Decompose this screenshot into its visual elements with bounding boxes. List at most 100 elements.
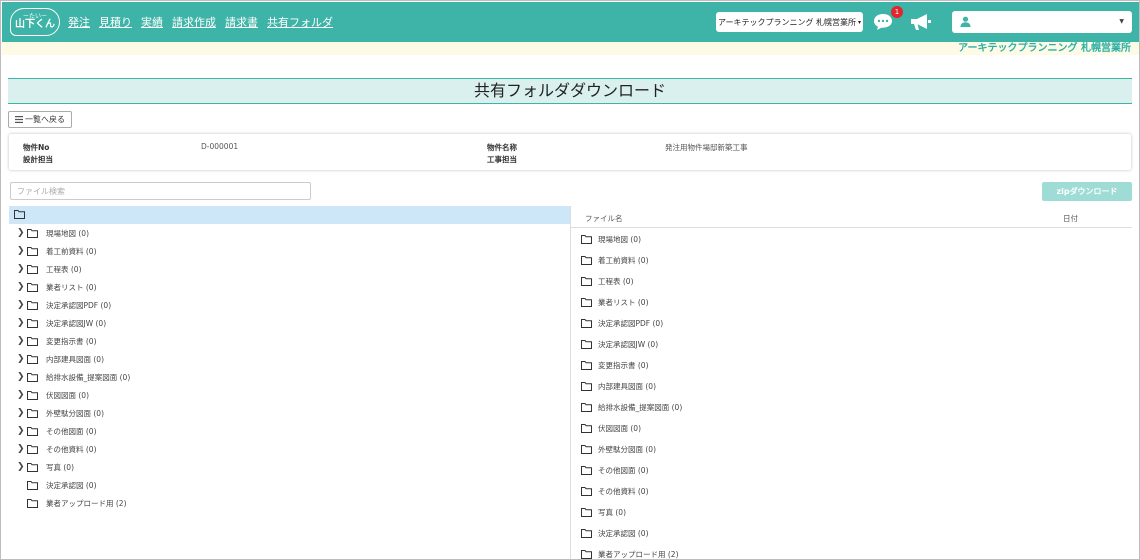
tree-folder-item[interactable]: ❯ 給排水設備_提案図面 (0) bbox=[9, 368, 569, 386]
property-no-label: 物件No bbox=[23, 143, 50, 152]
tree-folder-item[interactable]: ❯ 内部建具図面 (0) bbox=[9, 350, 569, 368]
file-list-row[interactable]: 外壁駄分図面 (0) bbox=[571, 439, 1132, 460]
tree-folder-item[interactable]: ❯ 工程表 (0) bbox=[9, 260, 569, 278]
folder-icon bbox=[27, 282, 38, 292]
folder-icon bbox=[581, 529, 592, 538]
tree-folder-item[interactable]: ❯ 変更指示書 (0) bbox=[9, 332, 569, 350]
file-list-row[interactable]: 内部建具図面 (0) bbox=[571, 376, 1132, 397]
file-list-row[interactable]: 業者アップロード用 (2) bbox=[571, 544, 1132, 559]
file-list-name: 変更指示書 (0) bbox=[598, 361, 649, 370]
tree-folder-item[interactable]: ❯ 決定承認図PDF (0) bbox=[9, 296, 569, 314]
folder-icon bbox=[14, 210, 25, 219]
app-logo[interactable]: ーたいー 山下くん bbox=[10, 8, 60, 36]
tree-folder-name: 伏図図面 (0) bbox=[46, 390, 90, 400]
menu-order[interactable]: 発注 bbox=[68, 14, 90, 30]
folder-icon bbox=[27, 354, 38, 364]
tree-folder-name: 工程表 (0) bbox=[46, 264, 82, 274]
menu-invoice-create[interactable]: 請求作成 bbox=[172, 14, 216, 30]
list-icon bbox=[15, 116, 23, 123]
tree-folder-name: 決定承認図JW (0) bbox=[46, 318, 107, 328]
tree-folder-item[interactable]: ❯ 業者リスト (0) bbox=[9, 278, 569, 296]
chevron-right-icon[interactable]: ❯ bbox=[17, 372, 25, 382]
column-header-date[interactable]: 日付 bbox=[1063, 213, 1078, 224]
menu-estimate[interactable]: 見積り bbox=[99, 14, 132, 30]
file-list-row[interactable]: その他資料 (0) bbox=[571, 481, 1132, 502]
logo-main-text: 山下くん bbox=[15, 19, 55, 30]
file-list-row[interactable]: 着工前資料 (0) bbox=[571, 250, 1132, 271]
megaphone-icon[interactable] bbox=[908, 12, 932, 32]
tree-folder-item[interactable]: ❯ 伏図図面 (0) bbox=[9, 386, 569, 404]
app-window: ーたいー 山下くん 発注 見積り 実績 請求作成 請求書 共有フォルダ アーキテ… bbox=[0, 0, 1140, 560]
file-list: ファイル名 日付 現場地図 (0) 着工前資料 (0) 工程表 (0) 業者リスト (… bbox=[571, 206, 1132, 559]
chevron-right-icon[interactable]: ❯ bbox=[17, 408, 25, 418]
file-list-row[interactable]: 現場地図 (0) bbox=[571, 229, 1132, 250]
chevron-right-icon[interactable]: ❯ bbox=[17, 228, 25, 238]
chevron-right-icon[interactable]: ❯ bbox=[17, 300, 25, 310]
folder-icon bbox=[27, 444, 38, 454]
tree-folder-item[interactable]: 決定承認図 (0) bbox=[9, 476, 569, 494]
folder-icon bbox=[581, 361, 592, 370]
folder-icon bbox=[581, 550, 592, 559]
company-selector[interactable]: アーキテックプランニング 札幌営業所 ▾ bbox=[716, 12, 863, 32]
file-list-row[interactable]: 給排水設備_提案図面 (0) bbox=[571, 397, 1132, 418]
file-list-name: その他資料 (0) bbox=[598, 487, 649, 496]
menu-results[interactable]: 実績 bbox=[141, 14, 163, 30]
folder-icon bbox=[581, 445, 592, 454]
chevron-right-icon[interactable]: ❯ bbox=[17, 426, 25, 436]
file-list-name: 現場地図 (0) bbox=[598, 235, 642, 244]
tree-folder-item[interactable]: ❯ 現場地図 (0) bbox=[9, 224, 569, 242]
tree-folder-name: 給排水設備_提案図面 (0) bbox=[46, 372, 131, 382]
tree-folder-name: 写真 (0) bbox=[46, 462, 75, 472]
top-navbar: ーたいー 山下くん 発注 見積り 実績 請求作成 請求書 共有フォルダ アーキテ… bbox=[2, 2, 1139, 42]
file-list-row[interactable]: 写真 (0) bbox=[571, 502, 1132, 523]
tree-folder-item[interactable]: ❯ 外壁駄分図面 (0) bbox=[9, 404, 569, 422]
tree-folder-item[interactable]: ❯ 決定承認図JW (0) bbox=[9, 314, 569, 332]
menu-invoices[interactable]: 請求書 bbox=[225, 14, 258, 30]
folder-icon bbox=[27, 300, 38, 310]
chevron-right-icon[interactable]: ❯ bbox=[17, 282, 25, 292]
folder-icon bbox=[27, 318, 38, 328]
tree-folder-name: 着工前資料 (0) bbox=[46, 246, 97, 256]
chevron-right-icon[interactable]: ❯ bbox=[17, 336, 25, 346]
property-info-card: 物件No D-000001 設計担当 物件名称 発注用物件場邸新築工事 工事担当 bbox=[9, 134, 1131, 170]
folder-icon bbox=[581, 466, 592, 475]
chevron-right-icon[interactable]: ❯ bbox=[17, 390, 25, 400]
file-list-name: 写真 (0) bbox=[598, 508, 627, 517]
property-no-value: D-000001 bbox=[201, 142, 239, 151]
file-list-name: 業者リスト (0) bbox=[598, 298, 649, 307]
tree-root-folder[interactable] bbox=[9, 206, 571, 224]
tree-folder-item[interactable]: 業者アップロード用 (2) bbox=[9, 494, 569, 512]
caret-down-icon: ▾ bbox=[858, 18, 862, 26]
chevron-right-icon[interactable]: ❯ bbox=[17, 462, 25, 472]
file-list-name: 決定承認図PDF (0) bbox=[598, 319, 664, 328]
back-to-list-button[interactable]: 一覧へ戻る bbox=[8, 111, 72, 128]
file-list-row[interactable]: 決定承認図 (0) bbox=[571, 523, 1132, 544]
tree-folder-item[interactable]: ❯ その他資料 (0) bbox=[9, 440, 569, 458]
folder-icon bbox=[581, 298, 592, 307]
file-search-input[interactable] bbox=[10, 182, 311, 200]
file-list-row[interactable]: 工程表 (0) bbox=[571, 271, 1132, 292]
tree-folder-item[interactable]: ❯ 着工前資料 (0) bbox=[9, 242, 569, 260]
column-header-filename[interactable]: ファイル名 bbox=[585, 213, 623, 224]
menu-shared-folder[interactable]: 共有フォルダ bbox=[267, 14, 333, 30]
tree-folder-item[interactable]: ❯ その他図面 (0) bbox=[9, 422, 569, 440]
chevron-right-icon[interactable]: ❯ bbox=[17, 264, 25, 274]
tree-folder-name: 業者リスト (0) bbox=[46, 282, 97, 292]
chevron-right-icon[interactable]: ❯ bbox=[17, 354, 25, 364]
user-menu-selector[interactable]: ▼ bbox=[952, 11, 1132, 33]
chevron-right-icon[interactable]: ❯ bbox=[17, 318, 25, 328]
zip-download-button[interactable]: zipダウンロード bbox=[1042, 182, 1132, 201]
chevron-right-icon[interactable]: ❯ bbox=[17, 246, 25, 256]
file-list-row[interactable]: その他図面 (0) bbox=[571, 460, 1132, 481]
folder-icon bbox=[581, 235, 592, 244]
tree-folder-name: 決定承認図PDF (0) bbox=[46, 300, 112, 310]
file-list-row[interactable]: 伏図図面 (0) bbox=[571, 418, 1132, 439]
file-list-row[interactable]: 決定承認図JW (0) bbox=[571, 334, 1132, 355]
file-list-row[interactable]: 変更指示書 (0) bbox=[571, 355, 1132, 376]
chevron-right-icon[interactable]: ❯ bbox=[17, 444, 25, 454]
folder-icon bbox=[27, 462, 38, 472]
chat-icon[interactable] bbox=[872, 12, 894, 32]
tree-folder-item[interactable]: ❯ 写真 (0) bbox=[9, 458, 569, 476]
file-list-row[interactable]: 業者リスト (0) bbox=[571, 292, 1132, 313]
file-list-row[interactable]: 決定承認図PDF (0) bbox=[571, 313, 1132, 334]
